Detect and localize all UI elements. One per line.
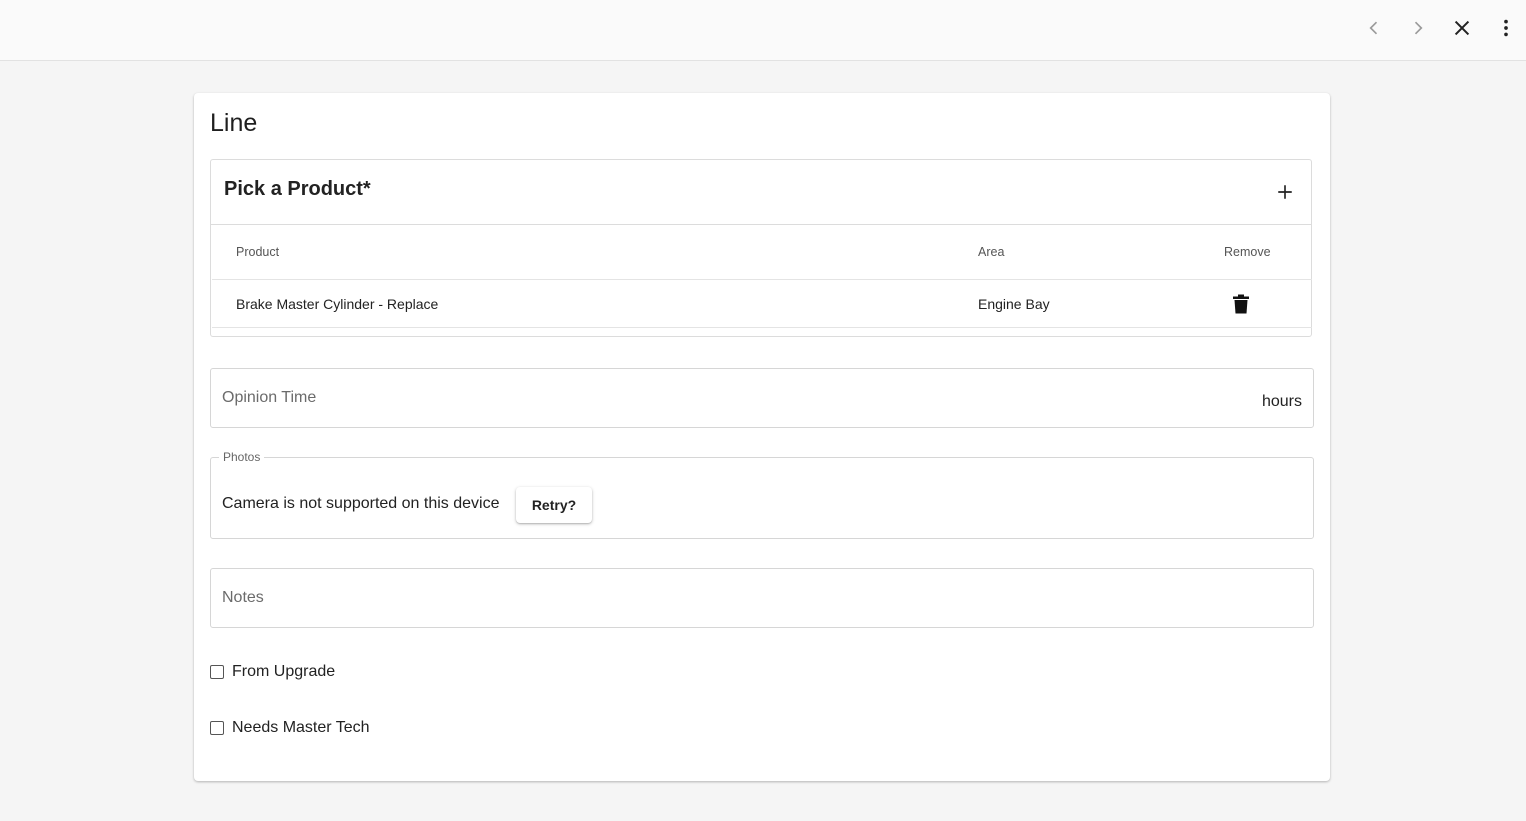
table-row: Brake Master Cylinder - Replace Engine B… <box>212 280 1312 328</box>
opinion-time-placeholder: Opinion Time <box>222 389 317 406</box>
retry-camera-button[interactable]: Retry? <box>516 487 592 523</box>
opinion-time-field[interactable]: Opinion Time hours <box>210 368 1314 428</box>
line-form-card: Line Pick a Product* Product Area Remove… <box>194 93 1330 781</box>
product-cell: Brake Master Cylinder - Replace <box>236 295 439 312</box>
add-product-button[interactable] <box>1271 178 1299 206</box>
needs-master-tech-checkbox-row[interactable]: Needs Master Tech <box>210 716 370 740</box>
camera-unsupported-message: Camera is not supported on this device <box>222 495 500 512</box>
photos-section: Photos Camera is not supported on this d… <box>210 450 1314 539</box>
chevron-right-icon <box>1414 21 1423 35</box>
column-header-remove: Remove <box>1224 244 1271 259</box>
product-picker: Pick a Product* Product Area Remove Brak… <box>210 159 1312 337</box>
column-header-area: Area <box>978 244 1005 259</box>
trash-icon <box>1233 294 1249 313</box>
more-options-button[interactable] <box>1488 10 1524 46</box>
from-upgrade-checkbox-row[interactable]: From Upgrade <box>210 660 335 684</box>
from-upgrade-checkbox[interactable] <box>210 665 224 679</box>
product-picker-title: Pick a Product* <box>224 178 371 200</box>
more-vert-icon <box>1504 19 1508 37</box>
remove-product-button[interactable] <box>1232 280 1250 327</box>
needs-master-tech-label: Needs Master Tech <box>232 719 370 736</box>
close-button[interactable] <box>1444 10 1480 46</box>
next-button[interactable] <box>1400 10 1436 46</box>
needs-master-tech-checkbox[interactable] <box>210 721 224 735</box>
product-table: Product Area Remove Brake Master Cylinde… <box>212 224 1312 328</box>
photos-legend: Photos <box>219 450 265 464</box>
product-picker-header: Pick a Product* <box>211 160 1311 225</box>
plus-icon <box>1278 185 1292 199</box>
opinion-time-suffix: hours <box>1261 393 1302 410</box>
table-header: Product Area Remove <box>212 224 1312 280</box>
from-upgrade-label: From Upgrade <box>232 663 336 680</box>
notes-placeholder: Notes <box>222 589 264 606</box>
area-cell: Engine Bay <box>978 295 1050 312</box>
chevron-left-icon <box>1369 21 1378 35</box>
column-header-product: Product <box>236 244 280 259</box>
previous-button[interactable] <box>1356 10 1392 46</box>
notes-field[interactable]: Notes <box>210 568 1314 628</box>
page-title: Line <box>210 109 258 137</box>
top-toolbar <box>0 0 1526 61</box>
close-icon <box>1454 20 1470 36</box>
